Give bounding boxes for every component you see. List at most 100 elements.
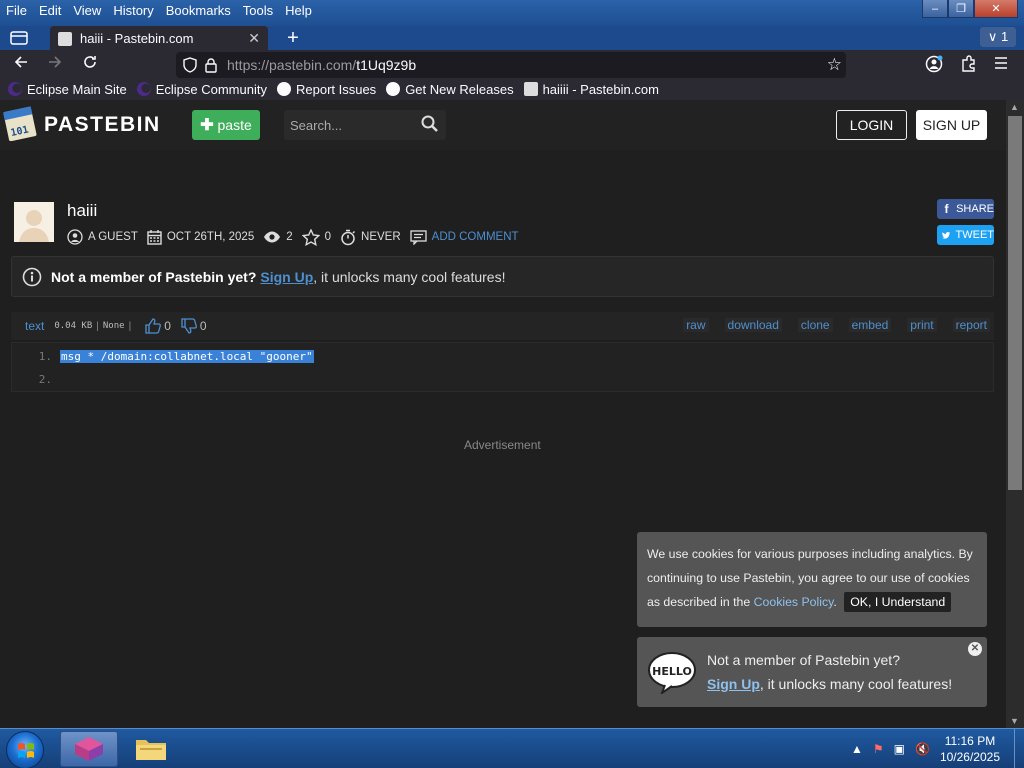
- new-paste-button[interactable]: ✚ paste: [192, 110, 260, 140]
- taskbar-app-active[interactable]: [60, 731, 118, 767]
- add-comment-link[interactable]: ADD COMMENT: [410, 229, 519, 245]
- syntax-link[interactable]: text: [25, 319, 44, 333]
- print-link[interactable]: print: [907, 318, 937, 332]
- window-titlebar: File Edit View History Bookmarks Tools H…: [0, 0, 1024, 26]
- promo-rest-text: , it unlocks many cool features!: [759, 676, 953, 692]
- cookies-policy-link[interactable]: Cookies Policy: [754, 595, 834, 609]
- action-center-flag-icon[interactable]: ⚑: [873, 742, 884, 756]
- scroll-thumb[interactable]: [1008, 116, 1022, 490]
- paste-author: A GUEST: [67, 229, 138, 245]
- dislike-button[interactable]: 0: [181, 318, 207, 334]
- login-button[interactable]: LOGIN: [836, 110, 907, 140]
- thumbs-down-icon: [181, 318, 197, 334]
- pastebin-logo-icon[interactable]: 101: [3, 105, 37, 141]
- embed-link[interactable]: embed: [848, 318, 892, 332]
- app-cube-icon: [75, 737, 103, 761]
- arrow-right-icon: [49, 56, 62, 68]
- address-bar[interactable]: https://pastebin.com/t1Uq9z9b ☆: [176, 52, 846, 78]
- like-button[interactable]: 0: [145, 318, 171, 334]
- advertisement-label: Advertisement: [464, 438, 541, 452]
- code-line: 2.: [12, 368, 993, 390]
- menu-tools[interactable]: Tools: [237, 1, 279, 21]
- menu-bookmarks[interactable]: Bookmarks: [160, 1, 237, 21]
- expiry-text: NEVER: [361, 231, 401, 243]
- scroll-down-icon[interactable]: ▼: [1010, 716, 1019, 726]
- new-tab-button[interactable]: +: [282, 28, 304, 50]
- bookmark-star-icon[interactable]: ☆: [827, 55, 842, 75]
- search-input[interactable]: [290, 116, 410, 134]
- promo-line-2: Sign Up, it unlocks many cool features!: [707, 676, 952, 692]
- show-hidden-icons-icon[interactable]: ▲: [851, 742, 863, 756]
- folder-icon: [136, 740, 166, 760]
- close-window-button[interactable]: ✕: [974, 0, 1018, 18]
- stars-count: 0: [324, 231, 332, 243]
- menu-history[interactable]: History: [107, 1, 159, 21]
- search-icon[interactable]: [420, 114, 440, 134]
- windows-logo-icon: [18, 743, 34, 758]
- menu-view[interactable]: View: [67, 1, 107, 21]
- hello-speech-bubble-icon: HELLO: [648, 652, 696, 694]
- shield-icon[interactable]: [182, 57, 198, 73]
- likes-count: 0: [164, 319, 171, 333]
- taskbar-file-explorer[interactable]: [122, 731, 180, 767]
- separator: |: [128, 320, 132, 332]
- bookmark-get-new-releases[interactable]: Get New Releases: [386, 82, 514, 97]
- lock-icon[interactable]: [204, 57, 218, 73]
- report-link[interactable]: report: [952, 318, 990, 332]
- network-icon[interactable]: ▣: [894, 742, 905, 756]
- timer-icon: [341, 229, 356, 245]
- promo-line-1: Not a member of Pastebin yet?: [707, 652, 900, 668]
- scroll-up-icon[interactable]: ▲: [1010, 102, 1019, 112]
- page-scrollbar[interactable]: ▲ ▼: [1006, 100, 1024, 728]
- extensions-icon[interactable]: [959, 55, 977, 78]
- notice-signup-link[interactable]: Sign Up: [260, 269, 313, 285]
- facebook-share-button[interactable]: f SHARE: [937, 199, 994, 219]
- show-desktop-button[interactable]: [1014, 729, 1024, 768]
- twitter-tweet-button[interactable]: TWEET: [937, 225, 994, 245]
- signup-button[interactable]: SIGN UP: [916, 110, 987, 140]
- reload-icon: [84, 56, 96, 68]
- forward-button[interactable]: [44, 54, 66, 76]
- paste-date: OCT 26TH, 2025: [147, 229, 254, 245]
- plus-icon: ✚: [200, 117, 214, 134]
- line-text[interactable]: msg * /domain:collabnet.local "gooner": [60, 349, 314, 363]
- paste-meta: A GUEST OCT 26TH, 2025 2 0 NEVER ADD COM…: [67, 228, 528, 246]
- menu-file[interactable]: File: [0, 1, 33, 21]
- menu-edit[interactable]: Edit: [33, 1, 67, 21]
- comment-icon: [410, 229, 427, 245]
- volume-muted-icon[interactable]: 🔇: [915, 742, 930, 756]
- tab-count: 1: [1000, 29, 1009, 44]
- bookmark-pastebin[interactable]: haiiii - Pastebin.com: [523, 82, 659, 97]
- account-icon[interactable]: [925, 55, 943, 78]
- promo-signup-link[interactable]: Sign Up: [707, 676, 760, 692]
- tab-count-button[interactable]: ∨ 1: [980, 27, 1016, 47]
- restore-button[interactable]: ❐: [948, 0, 974, 18]
- menu-help[interactable]: Help: [279, 1, 318, 21]
- window-controls: – ❐ ✕: [922, 0, 1018, 18]
- arrow-left-icon: [14, 56, 27, 68]
- clone-link[interactable]: clone: [797, 318, 833, 332]
- reload-button[interactable]: [79, 54, 101, 76]
- raw-link[interactable]: raw: [683, 318, 709, 332]
- tab-list-button[interactable]: [6, 27, 32, 49]
- minimize-button[interactable]: –: [922, 0, 948, 18]
- add-comment-label: ADD COMMENT: [431, 231, 519, 243]
- bookmark-eclipse-main[interactable]: Eclipse Main Site: [8, 82, 127, 97]
- bookmark-report-issues[interactable]: Report Issues: [276, 82, 376, 97]
- tab-close-icon[interactable]: ✕: [248, 30, 260, 47]
- download-link[interactable]: download: [724, 318, 782, 332]
- code-block[interactable]: 1. msg * /domain:collabnet.local "gooner…: [11, 342, 994, 392]
- eye-icon: [264, 231, 281, 243]
- tab-pastebin[interactable]: haiii - Pastebin.com ✕: [50, 26, 268, 51]
- start-button[interactable]: [6, 731, 44, 768]
- close-icon[interactable]: ✕: [968, 642, 982, 656]
- bookmark-eclipse-community[interactable]: Eclipse Community: [136, 82, 267, 97]
- hamburger-menu-icon[interactable]: [993, 55, 1009, 76]
- page-content: 101 PASTEBIN ✚ paste LOGIN SIGN UP haiii…: [0, 100, 1006, 728]
- cookie-accept-button[interactable]: OK, I Understand: [844, 592, 952, 612]
- paste-stars[interactable]: 0: [301, 228, 332, 246]
- clock[interactable]: 11:16 PM 10/26/2025: [940, 733, 1000, 765]
- site-header: 101 PASTEBIN ✚ paste LOGIN SIGN UP: [0, 100, 1006, 150]
- back-button[interactable]: [10, 54, 32, 76]
- site-logo-text[interactable]: PASTEBIN: [44, 113, 161, 137]
